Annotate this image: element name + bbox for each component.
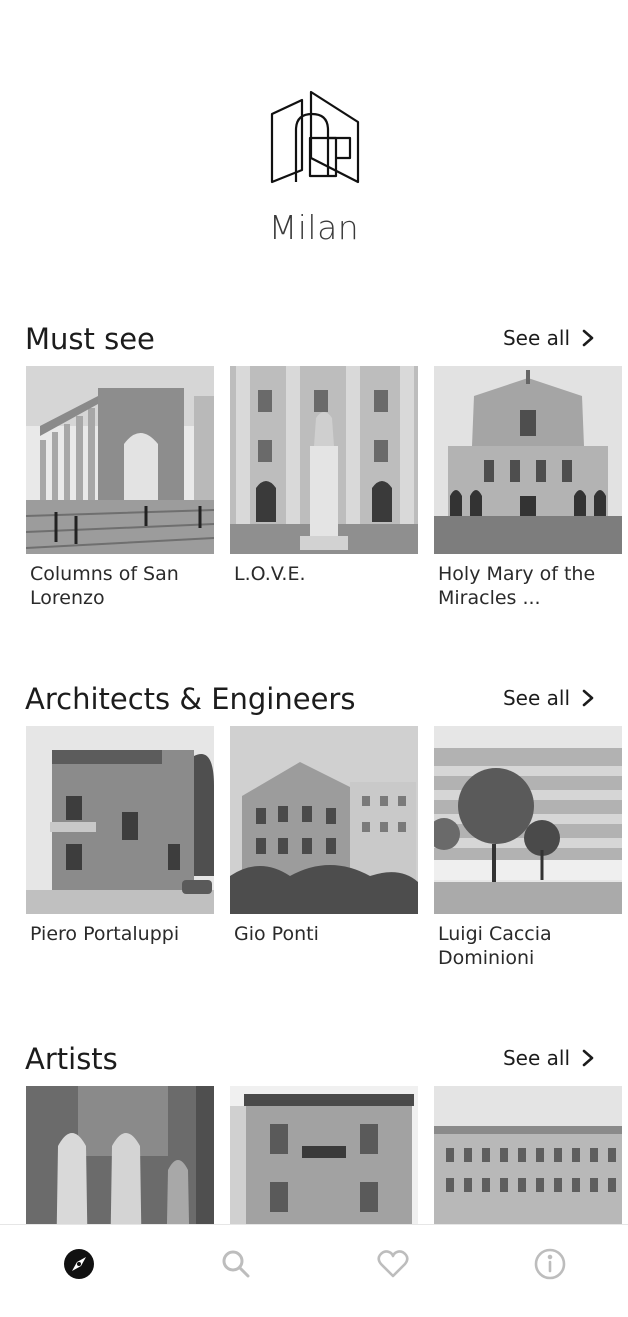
see-all-label: See all: [502, 686, 570, 710]
card-title: Luigi Caccia Dominioni: [438, 923, 552, 969]
tab-info[interactable]: [471, 1225, 628, 1317]
card-artist-3[interactable]: [434, 1086, 622, 1224]
compass-icon: [63, 1249, 94, 1279]
see-all-button[interactable]: See all: [503, 1046, 594, 1070]
section-must-see: Must see See all Columns of San Lorenzo …: [0, 322, 628, 609]
section-title: Architects & Engineers: [25, 682, 356, 716]
place-photo: [26, 366, 214, 554]
place-photo: [434, 366, 622, 554]
see-all-label: See all: [502, 326, 570, 350]
person-work-photo: [434, 1086, 622, 1224]
see-all-label: See all: [502, 1046, 570, 1070]
see-all-button[interactable]: See all: [503, 686, 594, 710]
person-work-photo: [26, 726, 214, 914]
info-icon: [534, 1248, 565, 1280]
person-work-photo: [230, 1086, 418, 1224]
section-artists: Artists See all: [0, 1042, 628, 1224]
card-title: Piero Portaluppi: [30, 923, 180, 945]
person-work-photo: [26, 1086, 214, 1224]
person-work-photo: [230, 726, 418, 914]
card-title: L.O.V.E.: [234, 563, 306, 585]
card-luigi-caccia-dominioni[interactable]: Luigi Caccia Dominioni: [434, 726, 622, 970]
chevron-right-icon: [582, 329, 594, 347]
tab-explore[interactable]: [0, 1225, 157, 1317]
card-artist-2[interactable]: [230, 1086, 418, 1224]
tab-favorites[interactable]: [314, 1225, 471, 1317]
see-all-button[interactable]: See all: [503, 326, 594, 350]
section-title: Artists: [25, 1042, 118, 1076]
card-gio-ponti[interactable]: Gio Ponti: [230, 726, 418, 970]
place-photo: [230, 366, 418, 554]
building-logo-icon: [270, 90, 360, 184]
card-title: Columns of San Lorenzo: [30, 563, 179, 609]
city-header: Milan: [0, 86, 628, 247]
heart-icon: [376, 1250, 409, 1278]
chevron-right-icon: [582, 1049, 594, 1067]
search-icon: [222, 1250, 249, 1278]
card-columns-of-san-lorenzo[interactable]: Columns of San Lorenzo: [26, 366, 214, 610]
person-work-photo: [434, 726, 622, 914]
chevron-right-icon: [582, 689, 594, 707]
card-love[interactable]: L.O.V.E.: [230, 366, 418, 610]
card-title: Gio Ponti: [234, 923, 319, 945]
card-piero-portaluppi[interactable]: Piero Portaluppi: [26, 726, 214, 970]
card-title: Holy Mary of the Miracles ...: [438, 563, 596, 609]
tab-search[interactable]: [157, 1225, 314, 1317]
section-title: Must see: [25, 322, 155, 356]
city-name: Milan: [268, 208, 360, 247]
card-holy-mary-of-the-miracles[interactable]: Holy Mary of the Miracles ...: [434, 366, 622, 610]
card-artist-1[interactable]: [26, 1086, 214, 1224]
bottom-tab-bar: [0, 1224, 628, 1317]
section-architects-engineers: Architects & Engineers See all Piero Por…: [0, 682, 628, 969]
home-scroll-view[interactable]: Milan Must see See all Columns of San Lo…: [0, 0, 628, 1224]
